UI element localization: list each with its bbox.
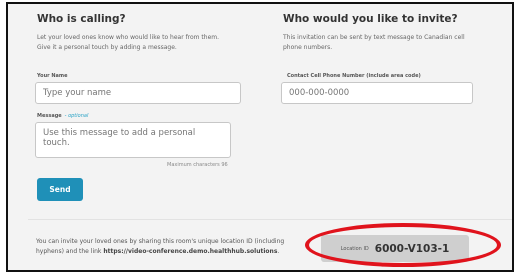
contact-phone-input[interactable] [281,82,473,104]
who-to-invite-heading: Who would you like to invite? [283,13,458,25]
who-to-invite-description: This invitation can be sent by text mess… [283,34,465,51]
location-id-info: You can invite your loved ones by sharin… [36,238,285,255]
message-textarea[interactable] [35,122,231,158]
your-name-input[interactable] [35,82,241,104]
highlight-ring [305,223,501,267]
footer-divider [28,219,512,220]
your-name-label: Your Name [37,73,68,79]
send-button[interactable]: Send [37,178,83,201]
contact-phone-label: Contact Cell Phone Number (include area … [287,73,421,79]
message-label: Message - optional [37,113,89,119]
who-is-calling-heading: Who is calling? [37,13,126,25]
video-conference-link[interactable]: https://video-conference.demo.healthhub.… [103,248,277,255]
optional-tag: - optional [64,113,89,119]
max-characters-counter: Maximum characters 96 [167,162,228,168]
who-is-calling-description: Let your loved ones know who would like … [37,34,220,51]
